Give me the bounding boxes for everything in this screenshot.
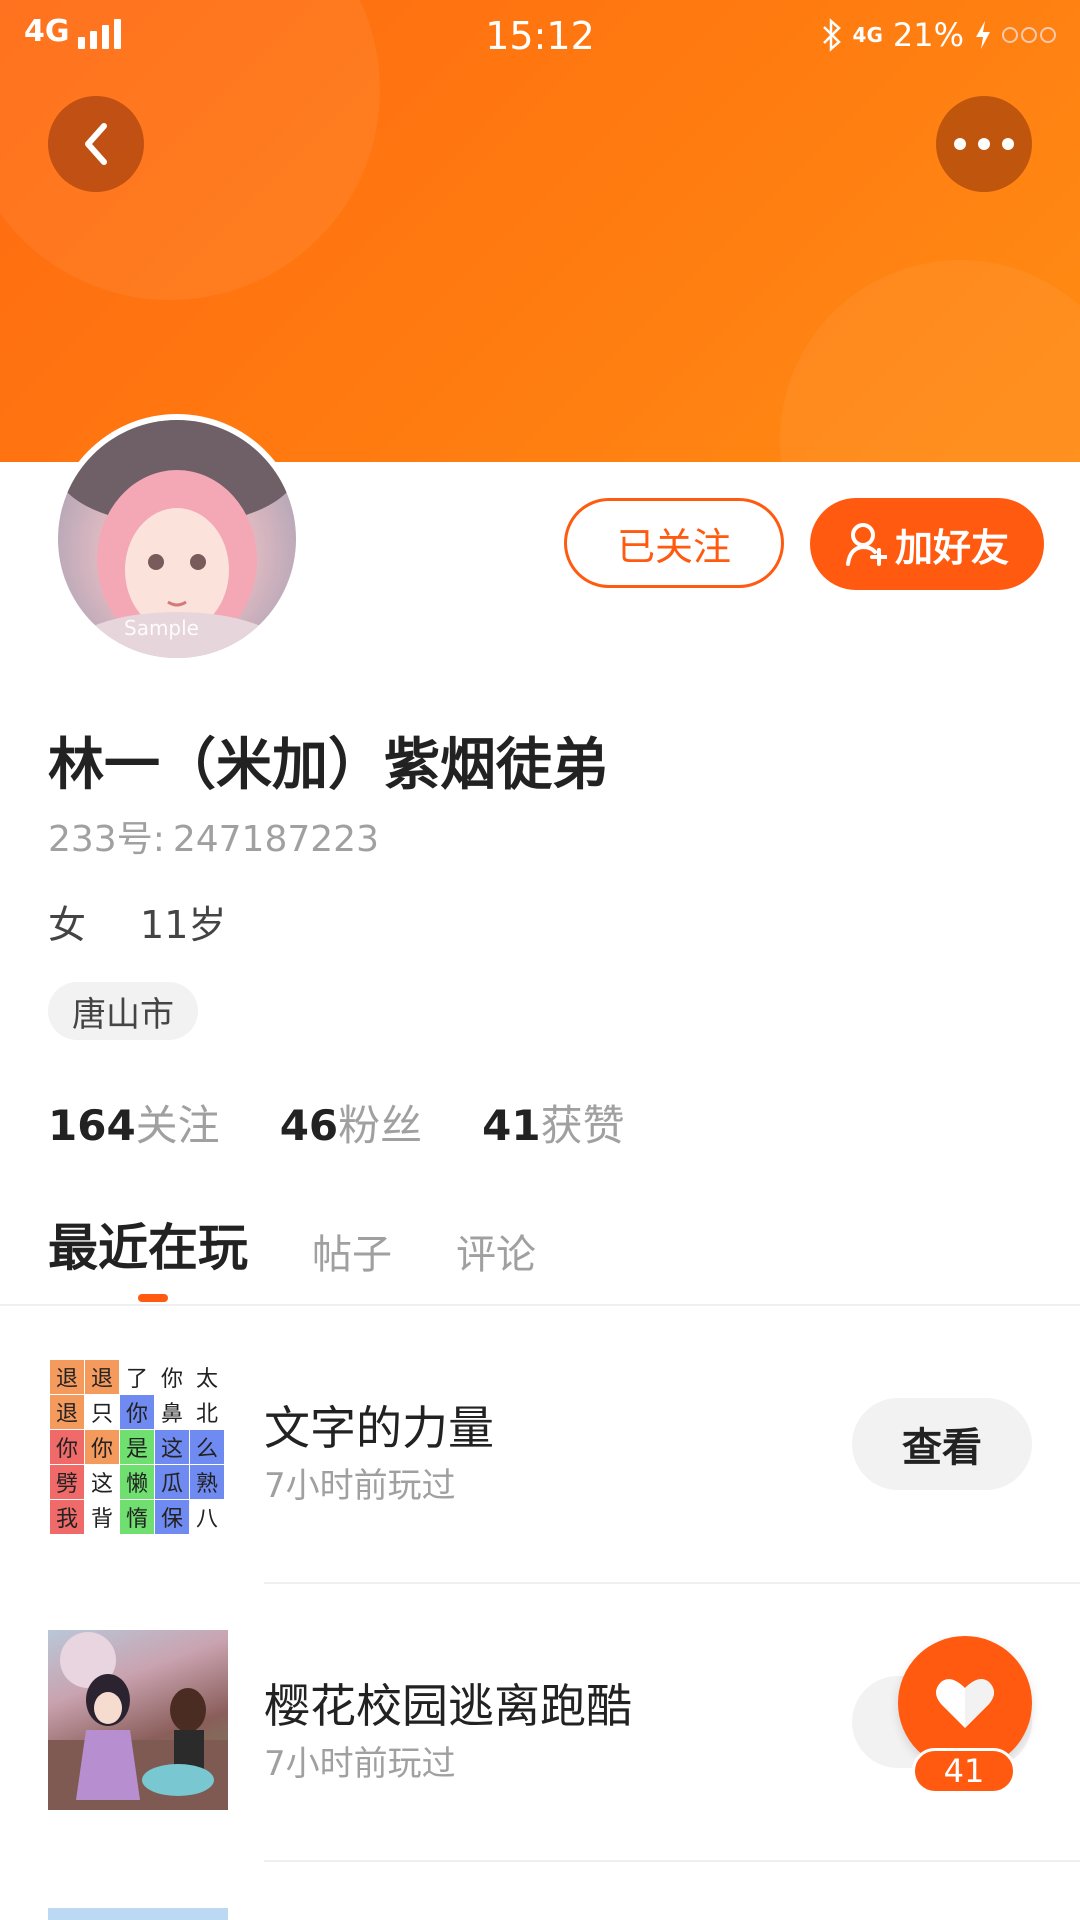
back-icon — [85, 123, 107, 165]
stat-likes: 41获赞 — [482, 1092, 624, 1153]
profile-name: 林一（米加）紫烟徒弟 — [48, 733, 608, 798]
avatar-watermark: Sample — [124, 616, 199, 640]
battery-level: 21% — [892, 16, 964, 54]
charging-icon — [976, 21, 990, 49]
game-title: 樱花校园逃离跑酷 — [264, 1679, 632, 1733]
tab-recently-played[interactable]: 最近在玩 — [48, 1208, 248, 1284]
game-thumbnail — [48, 1630, 228, 1810]
grid-character: 退 — [50, 1395, 84, 1429]
followed-button[interactable]: 已关注 — [564, 498, 784, 588]
game-last-played: 7小时前玩过 — [264, 1744, 456, 1784]
profile-tabs: 最近在玩 帖子 评论 — [48, 1208, 536, 1284]
stat-label: 获赞 — [540, 1101, 625, 1150]
grid-character: 鼻 — [160, 1402, 183, 1427]
grid-character: 你 — [85, 1430, 119, 1464]
grid-character: 这 — [90, 1472, 113, 1497]
grid-character: 熟 — [190, 1465, 224, 1499]
like-count: 41 — [912, 1748, 1016, 1794]
grid-character: 懒 — [120, 1465, 154, 1499]
grid-character: 我 — [50, 1500, 84, 1534]
profile-id-value: 247187223 — [172, 819, 379, 860]
stat-fans[interactable]: 46粉丝 — [280, 1092, 422, 1153]
game-list-item[interactable]: 退退了你太退只你鼻北你你是这么劈这懒瓜熟我背惰保八 文字的力量 7小时前玩过 查… — [0, 1306, 1080, 1582]
grid-character: 背 — [90, 1507, 113, 1532]
avatar[interactable]: Sample — [52, 414, 302, 664]
notification-icons — [1002, 27, 1056, 43]
grid-character: 北 — [195, 1402, 218, 1427]
grid-character: 你 — [50, 1430, 84, 1464]
stat-number: 46 — [279, 1101, 339, 1150]
stat-label: 粉丝 — [338, 1101, 423, 1150]
game-last-played: 7小时前玩过 — [264, 1466, 456, 1506]
profile-id: 233号: 247187223 — [48, 810, 379, 862]
grid-character: 么 — [190, 1430, 224, 1464]
character-grid: 退退了你太退只你鼻北你你是这么劈这懒瓜熟我背惰保八 — [48, 1358, 228, 1536]
grid-character: 惰 — [120, 1500, 154, 1534]
game-artwork — [48, 1632, 228, 1810]
stats-row: 164关注 46粉丝 41获赞 — [48, 1092, 625, 1153]
add-user-icon — [845, 523, 887, 566]
game-title: 文字的力量 — [264, 1401, 494, 1455]
gender-age: 女 11岁 — [48, 894, 226, 949]
stat-number: 41 — [482, 1101, 541, 1150]
stat-following[interactable]: 164关注 — [48, 1092, 220, 1153]
back-button[interactable] — [48, 96, 144, 192]
grid-character: 你 — [120, 1395, 154, 1429]
network-type-right: 4G — [852, 23, 883, 47]
banner-decoration — [780, 260, 1080, 462]
active-tab-indicator — [138, 1294, 168, 1302]
heart-icon — [936, 1679, 994, 1728]
grid-character: 了 — [125, 1367, 148, 1392]
game-thumbnail: 退退了你太退只你鼻北你你是这么劈这懒瓜熟我背惰保八 — [48, 1358, 228, 1538]
grid-character: 是 — [120, 1430, 154, 1464]
status-right: 4G 21% — [821, 16, 1056, 54]
grid-character: 八 — [195, 1507, 218, 1532]
status-bar: 4G 15:12 4G 21% — [0, 0, 1080, 76]
tab-comments[interactable]: 评论 — [456, 1222, 536, 1284]
grid-character: 太 — [195, 1367, 218, 1392]
stat-number: 164 — [48, 1101, 136, 1150]
age: 11岁 — [140, 903, 227, 947]
game-thumbnail — [48, 1908, 228, 1920]
grid-character: 退 — [50, 1360, 84, 1394]
bluetooth-icon — [822, 18, 841, 52]
location-tag: 唐山市 — [48, 982, 198, 1040]
profile-id-label: 233号: — [48, 819, 165, 860]
view-button[interactable]: 查看 — [852, 1398, 1032, 1490]
tab-posts[interactable]: 帖子 — [312, 1222, 392, 1284]
grid-character: 你 — [160, 1367, 183, 1392]
grid-character: 瓜 — [155, 1465, 189, 1499]
gender: 女 — [48, 903, 87, 947]
grid-character: 保 — [155, 1500, 189, 1534]
grid-character: 这 — [155, 1430, 189, 1464]
avatar-image: Sample — [58, 420, 296, 658]
grid-character: 劈 — [50, 1465, 84, 1499]
divider — [264, 1860, 1080, 1862]
stat-label: 关注 — [135, 1101, 220, 1150]
more-button[interactable] — [936, 96, 1032, 192]
add-friend-label: 加好友 — [894, 525, 1009, 570]
more-icon — [954, 138, 1014, 150]
grid-character: 退 — [85, 1360, 119, 1394]
grid-character: 只 — [90, 1402, 113, 1427]
profile-banner: 4G 15:12 4G 21% — [0, 0, 1080, 462]
add-friend-button[interactable]: 加好友 — [810, 498, 1044, 590]
